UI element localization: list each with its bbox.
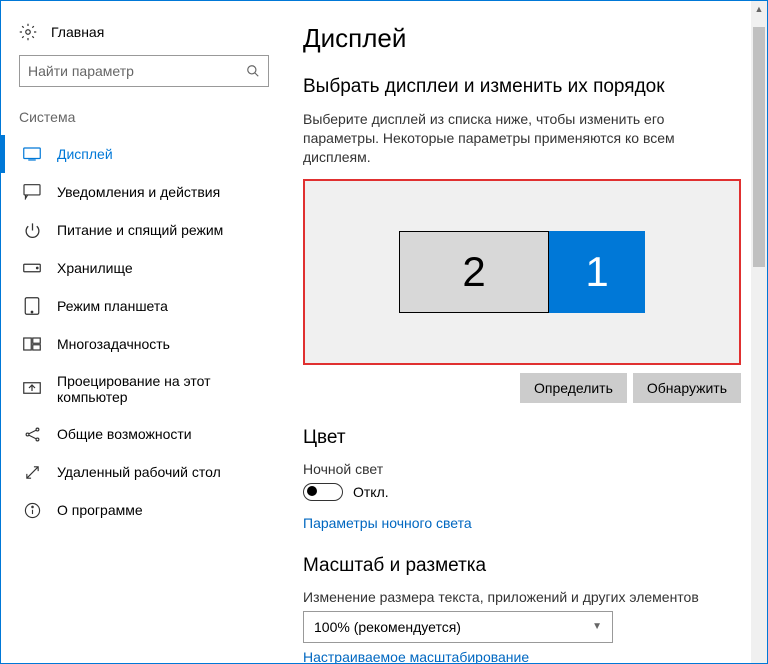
sidebar-item-label: Проецирование на этот компьютер (57, 373, 271, 405)
custom-scaling-link[interactable]: Настраиваемое масштабирование (303, 649, 529, 663)
scale-heading: Масштаб и разметка (303, 555, 757, 577)
monitor-1[interactable]: 1 (549, 231, 645, 313)
sidebar-item-storage[interactable]: Хранилище (1, 249, 289, 287)
drive-icon (23, 259, 41, 277)
sidebar-item-label: Режим планшета (57, 298, 168, 314)
sidebar-item-shared[interactable]: Общие возможности (1, 415, 289, 453)
detect-button[interactable]: Обнаружить (633, 373, 741, 403)
sidebar: Главная Система Дисплей Уведом (1, 1, 289, 663)
home-link[interactable]: Главная (1, 19, 289, 55)
scrollbar[interactable]: ▲ (751, 1, 767, 663)
info-icon (23, 501, 41, 519)
sidebar-item-label: Общие возможности (57, 426, 192, 442)
sidebar-item-label: Питание и спящий режим (57, 222, 223, 238)
search-input[interactable] (28, 63, 238, 79)
chevron-down-icon: ▼ (592, 621, 602, 632)
select-displays-desc: Выберите дисплей из списка ниже, чтобы и… (303, 110, 723, 167)
tablet-icon (23, 297, 41, 315)
chat-icon (23, 183, 41, 201)
display-arrangement[interactable]: 2 1 (303, 179, 741, 365)
monitor-icon (23, 145, 41, 163)
project-icon (23, 380, 41, 398)
night-light-settings-link[interactable]: Параметры ночного света (303, 515, 472, 531)
share-icon (23, 425, 41, 443)
sidebar-item-projecting[interactable]: Проецирование на этот компьютер (1, 363, 289, 415)
sidebar-item-label: Многозадачность (57, 336, 170, 352)
remote-icon (23, 463, 41, 481)
sidebar-item-label: О программе (57, 502, 143, 518)
search-input-wrap[interactable] (19, 55, 269, 87)
night-light-label: Ночной свет (303, 461, 757, 477)
scrollbar-thumb[interactable] (753, 27, 765, 267)
sidebar-section-title: Система (1, 109, 289, 135)
sidebar-item-notifications[interactable]: Уведомления и действия (1, 173, 289, 211)
gear-icon (19, 23, 37, 41)
monitor-2[interactable]: 2 (399, 231, 549, 313)
night-light-toggle[interactable] (303, 483, 343, 501)
power-icon (23, 221, 41, 239)
sidebar-item-tablet[interactable]: Режим планшета (1, 287, 289, 325)
home-label: Главная (51, 24, 104, 40)
scroll-up-icon[interactable]: ▲ (751, 1, 767, 17)
sidebar-item-remote[interactable]: Удаленный рабочий стол (1, 453, 289, 491)
main-content: ▲ Дисплей Выбрать дисплеи и изменить их … (289, 1, 767, 663)
page-title: Дисплей (303, 23, 757, 54)
sidebar-item-label: Дисплей (57, 146, 113, 162)
sidebar-item-label: Хранилище (57, 260, 133, 276)
identify-button[interactable]: Определить (520, 373, 627, 403)
scale-dropdown[interactable]: 100% (рекомендуется) ▼ (303, 611, 613, 643)
sidebar-item-power[interactable]: Питание и спящий режим (1, 211, 289, 249)
color-heading: Цвет (303, 427, 757, 449)
search-icon (246, 64, 260, 78)
toggle-state-text: Откл. (353, 484, 389, 500)
multitask-icon (23, 335, 41, 353)
scale-dropdown-value: 100% (рекомендуется) (314, 619, 461, 635)
sidebar-item-label: Уведомления и действия (57, 184, 220, 200)
sidebar-item-about[interactable]: О программе (1, 491, 289, 529)
toggle-knob (307, 486, 317, 496)
sidebar-item-multitask[interactable]: Многозадачность (1, 325, 289, 363)
sidebar-item-display[interactable]: Дисплей (1, 135, 289, 173)
select-displays-heading: Выбрать дисплеи и изменить их порядок (303, 76, 757, 98)
scale-desc: Изменение размера текста, приложений и д… (303, 589, 757, 605)
sidebar-item-label: Удаленный рабочий стол (57, 464, 221, 480)
